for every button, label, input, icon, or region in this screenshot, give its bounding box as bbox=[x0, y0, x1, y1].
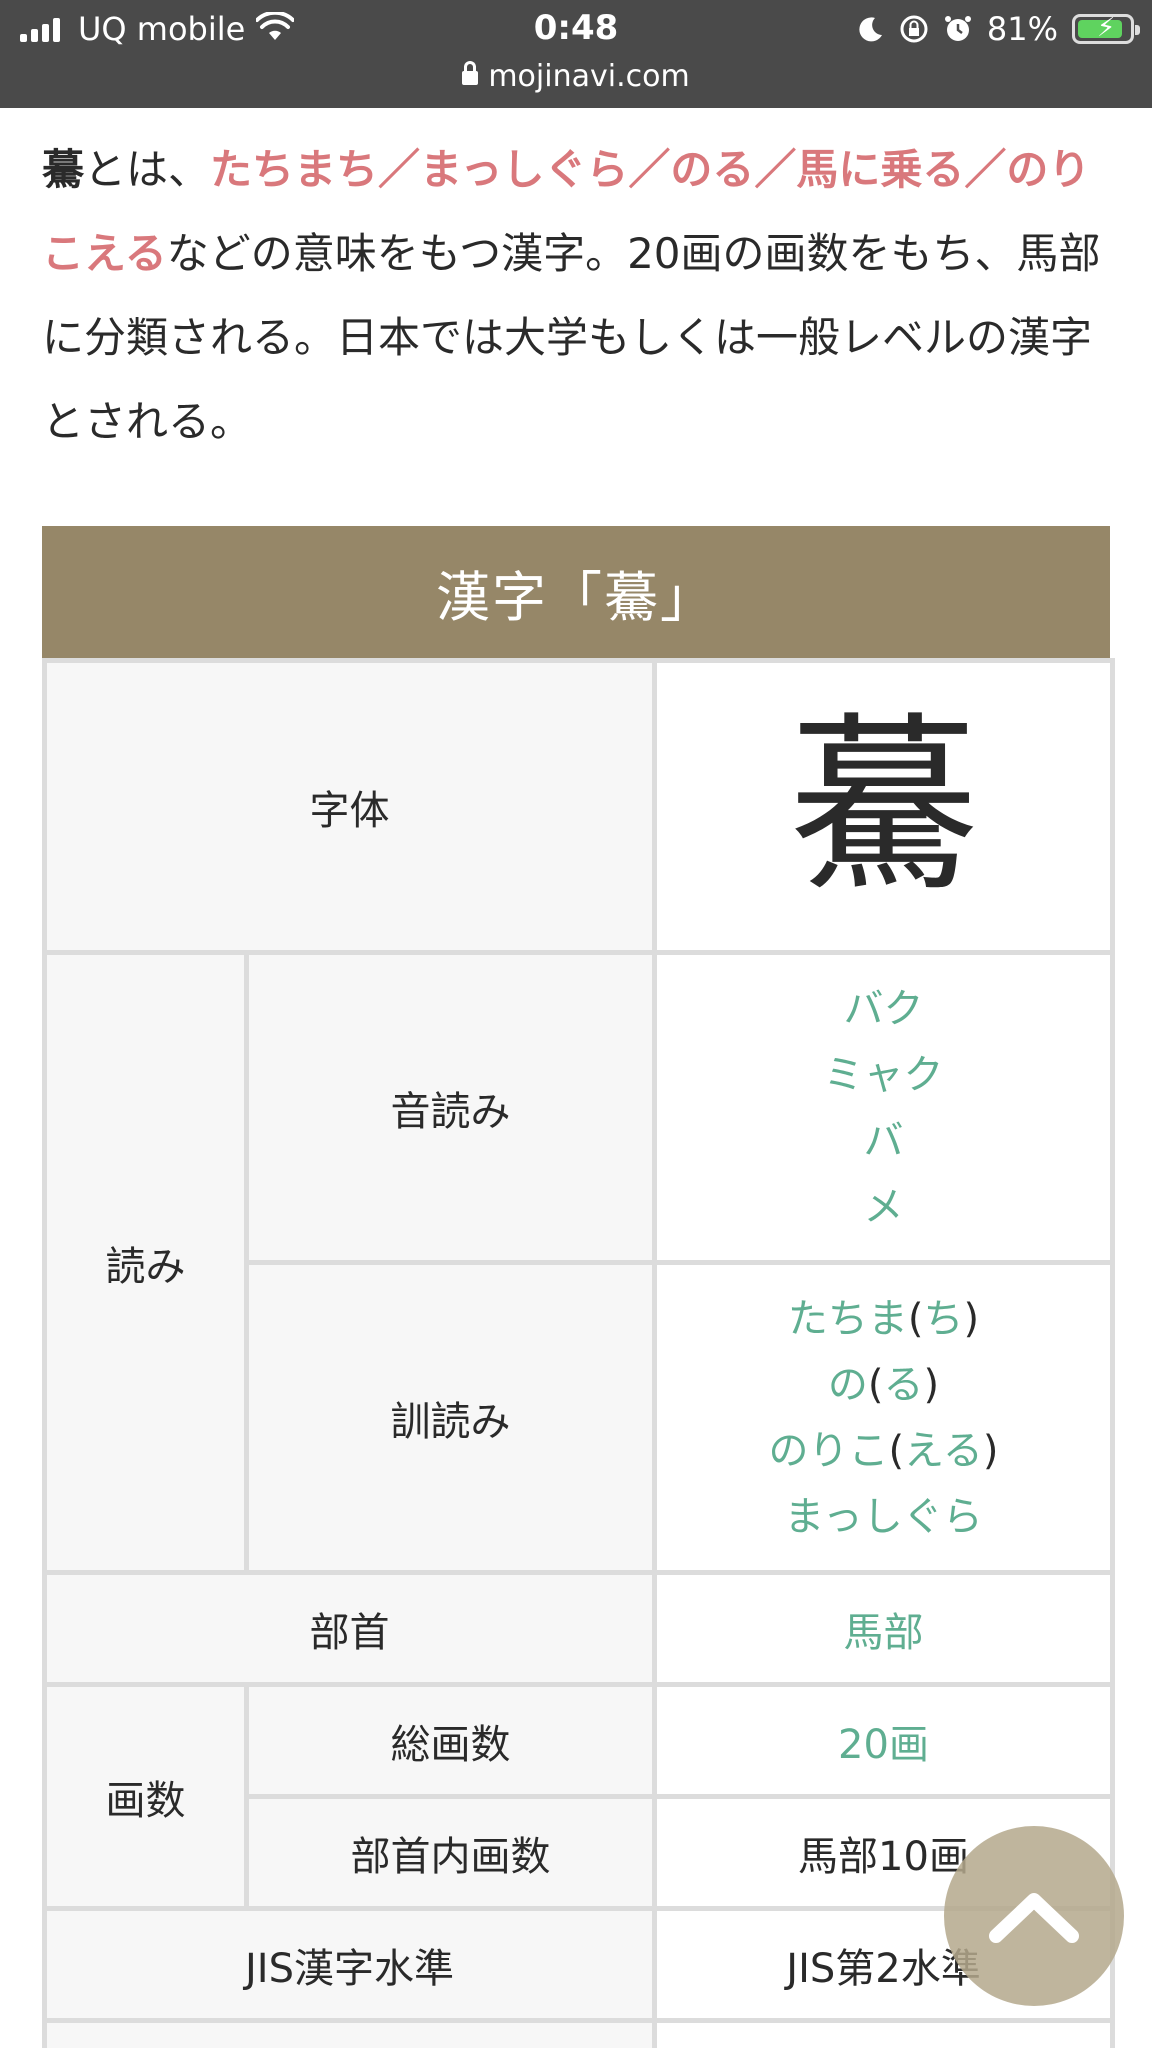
chevron-up-icon bbox=[989, 1893, 1079, 1943]
onyomi-value: バク ミャク バ メ bbox=[652, 950, 1115, 1265]
kanji-glyph: 驀 bbox=[788, 695, 979, 917]
kunyomi-okurigana: ち bbox=[923, 1295, 964, 1342]
kakusu-label: 画数 bbox=[42, 1682, 249, 1911]
browser-top-bar: UQ mobile 0:48 81% ⚡ mojinavi.com bbox=[0, 0, 1152, 108]
address-bar[interactable]: mojinavi.com bbox=[0, 56, 1152, 96]
onyomi-label: 音読み bbox=[244, 950, 657, 1265]
bushu-nai-label: 部首内画数 bbox=[244, 1794, 657, 1911]
onyomi-link[interactable]: メ bbox=[864, 1179, 904, 1235]
kunyomi-stem[interactable]: の bbox=[828, 1362, 868, 1408]
battery-icon: ⚡ bbox=[1072, 13, 1140, 44]
bushu-link[interactable]: 馬部 bbox=[844, 1610, 924, 1656]
next-row-label bbox=[42, 2018, 657, 2048]
kunyomi-okurigana: る bbox=[883, 1361, 924, 1408]
jitai-value: 驀 bbox=[652, 658, 1115, 955]
rotation-lock-icon bbox=[900, 15, 928, 43]
bushu-value: 馬部 bbox=[652, 1570, 1115, 1687]
kanji-info-table: 漢字「驀」 字体 驀 読み 音読み バク ミャク バ メ 訓読み たちま(ち) … bbox=[42, 526, 1115, 2048]
kunyomi-stem[interactable]: たちま bbox=[788, 1296, 908, 1342]
intro-description: などの意味をもつ漢字。20画の画数をもち、馬部に分類される。日本では大学もしくは… bbox=[42, 229, 1101, 446]
table-row-jitai: 字体 驀 bbox=[42, 658, 1115, 955]
bushu-label: 部首 bbox=[42, 1570, 657, 1687]
status-icons: 81% ⚡ bbox=[857, 10, 1140, 48]
moon-icon bbox=[859, 17, 882, 42]
table-title: 漢字「驀」 bbox=[42, 526, 1110, 658]
scroll-to-top-button[interactable] bbox=[944, 1826, 1124, 2006]
kunyomi-label: 訓読み bbox=[244, 1260, 657, 1575]
next-row-value bbox=[652, 2018, 1115, 2048]
kunyomi-item[interactable]: たちま(ち) bbox=[788, 1291, 979, 1347]
sou-kakusu-link[interactable]: 20画 bbox=[838, 1722, 929, 1768]
url-text: mojinavi.com bbox=[488, 58, 690, 94]
kunyomi-okurigana: える bbox=[904, 1427, 983, 1474]
intro-particle: とは、 bbox=[84, 145, 211, 194]
onyomi-link[interactable]: バク bbox=[844, 981, 924, 1037]
yomi-label: 読み bbox=[42, 950, 249, 1575]
onyomi-link[interactable]: バ bbox=[864, 1113, 904, 1169]
table-row-sou-kakusu: 画数 総画数 20画 bbox=[42, 1682, 1115, 1911]
jitai-label: 字体 bbox=[42, 658, 657, 955]
table-row-bushu: 部首 馬部 bbox=[42, 1570, 1115, 1687]
kunyomi-value: たちま(ち) の(る) のりこ(える) まっしぐら bbox=[652, 1260, 1115, 1575]
table-row-next bbox=[42, 2018, 1115, 2048]
sou-kakusu-value: 20画 bbox=[652, 1682, 1115, 1799]
intro-paragraph: 驀とは、たちまち／まっしぐら／のる／馬に乗る／のりこえるなどの意味をもつ漢字。2… bbox=[42, 128, 1112, 464]
status-bar: UQ mobile 0:48 81% ⚡ bbox=[0, 0, 1152, 58]
table-row-onyomi: 読み 音読み バク ミャク バ メ bbox=[42, 950, 1115, 1575]
battery-percent: 81% bbox=[986, 10, 1058, 48]
kunyomi-item[interactable]: まっしぐら bbox=[784, 1489, 982, 1545]
onyomi-link[interactable]: ミャク bbox=[824, 1047, 944, 1103]
kunyomi-item[interactable]: のりこ(える) bbox=[768, 1423, 998, 1479]
kanji-table: 字体 驀 読み 音読み バク ミャク バ メ 訓読み たちま(ち) の(る) の… bbox=[42, 658, 1115, 2048]
alarm-icon bbox=[944, 16, 971, 41]
kunyomi-item[interactable]: の(る) bbox=[828, 1357, 939, 1413]
lock-icon bbox=[462, 61, 479, 89]
kunyomi-stem[interactable]: のりこ bbox=[768, 1428, 888, 1474]
jis-label: JIS漢字水準 bbox=[42, 1906, 657, 2023]
sou-kakusu-label: 総画数 bbox=[244, 1682, 657, 1799]
kunyomi-stem[interactable]: まっしぐら bbox=[784, 1494, 982, 1540]
intro-kanji: 驀 bbox=[42, 145, 85, 194]
